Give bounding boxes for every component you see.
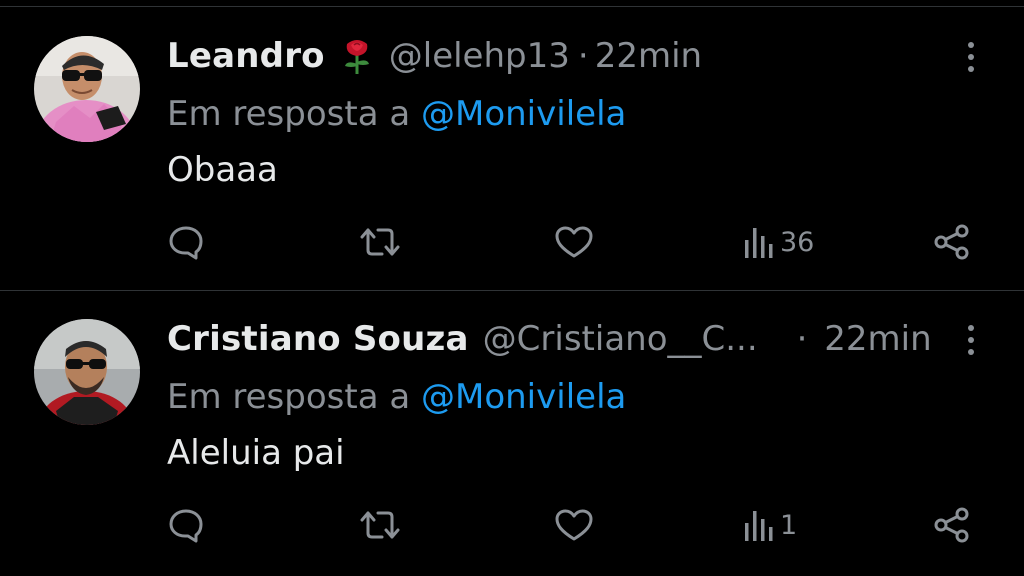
reply-button[interactable] xyxy=(166,220,206,264)
reply-item[interactable]: Cristiano Souza @Cristiano__C... · 22min… xyxy=(0,290,1024,572)
comment-icon xyxy=(169,226,203,260)
top-divider xyxy=(0,0,1024,7)
views-count: 36 xyxy=(780,226,815,258)
views-button[interactable]: 36 xyxy=(742,220,814,264)
replying-to: Em resposta a @Monivilela xyxy=(167,375,626,419)
separator-dot: · xyxy=(796,319,808,359)
reply-text: Aleluia pai xyxy=(167,433,345,473)
reply-text: Obaaa xyxy=(167,150,278,190)
more-vertical-icon[interactable] xyxy=(964,40,978,74)
separator-dot: · xyxy=(577,36,589,76)
timestamp[interactable]: 22min xyxy=(824,319,931,359)
avatar[interactable] xyxy=(34,36,140,142)
reply-prefix: Em resposta a xyxy=(167,94,411,134)
views-chart-icon xyxy=(745,511,773,541)
retweet-icon xyxy=(360,228,400,256)
user-handle[interactable]: @lelehp13 xyxy=(389,34,570,78)
reply-header: Cristiano Souza @Cristiano__C... · 22min xyxy=(167,317,932,361)
retweet-button[interactable] xyxy=(358,503,402,547)
like-button[interactable] xyxy=(553,503,595,547)
timestamp[interactable]: 22min xyxy=(595,34,702,78)
like-button[interactable] xyxy=(553,220,595,264)
display-name[interactable]: Leandro xyxy=(167,34,325,78)
comment-icon xyxy=(169,509,203,543)
rose-emoji-icon xyxy=(339,36,375,76)
retweet-icon xyxy=(360,511,400,539)
reply-header: Leandro @lelehp13 · 22min xyxy=(167,34,702,78)
user-handle[interactable]: @Cristiano__C... xyxy=(483,317,765,361)
heart-icon xyxy=(555,226,593,258)
replying-to: Em resposta a @Monivilela xyxy=(167,92,626,136)
reply-button[interactable] xyxy=(166,503,206,547)
display-name[interactable]: Cristiano Souza xyxy=(167,317,469,361)
views-chart-icon xyxy=(745,228,773,258)
avatar[interactable] xyxy=(34,319,140,425)
heart-icon xyxy=(555,509,593,541)
share-button[interactable] xyxy=(932,220,972,264)
share-icon xyxy=(934,224,969,260)
views-button[interactable]: 1 xyxy=(742,503,797,547)
share-button[interactable] xyxy=(932,503,972,547)
more-vertical-icon[interactable] xyxy=(964,323,978,357)
action-bar: 36 xyxy=(0,220,1024,264)
action-bar: 1 xyxy=(0,503,1024,547)
reply-mention-link[interactable]: @Monivilela xyxy=(421,94,626,134)
timestamp-wrap: · 22min xyxy=(789,317,932,361)
share-icon xyxy=(934,507,969,543)
views-count: 1 xyxy=(780,509,798,541)
reply-item[interactable]: Leandro @lelehp13 · 22min Em resposta a … xyxy=(0,8,1024,290)
reply-prefix: Em resposta a xyxy=(167,377,411,417)
reply-mention-link[interactable]: @Monivilela xyxy=(421,377,626,417)
retweet-button[interactable] xyxy=(358,220,402,264)
